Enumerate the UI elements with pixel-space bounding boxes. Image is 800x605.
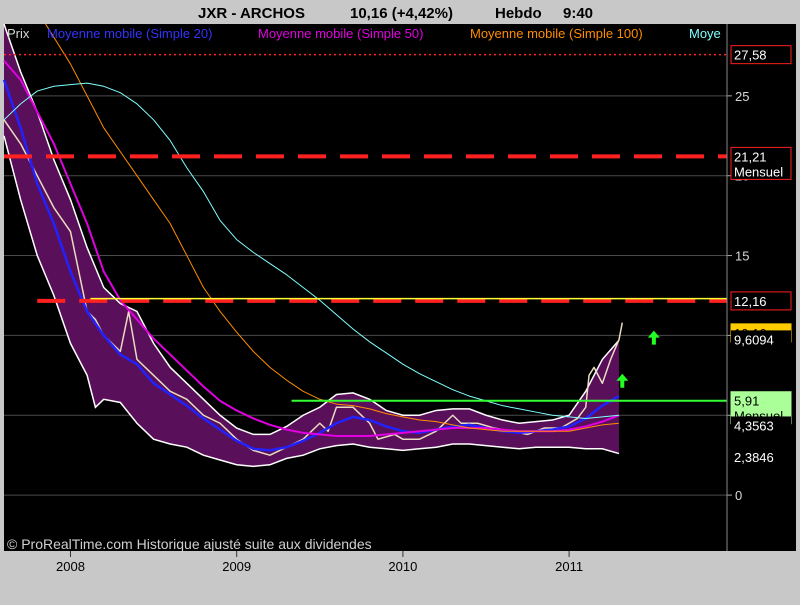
chart-container: 0510152025 2008200920102011 27,5821,21Me… [0,0,800,600]
price-label-value: 5,91 [734,394,759,409]
price-label-value: 2,3846 [734,450,774,465]
price-label-value: 9,6094 [734,332,774,347]
footer-copyright: © ProRealTime.com Historique ajusté suit… [7,536,372,552]
header-time: 9:40 [563,5,593,22]
legend-item-ma100: Moyenne mobile (Simple 100) [470,26,643,41]
price-label-sub: Mensuel [734,164,783,179]
y-tick-label: 0 [735,488,742,503]
x-tick-label: 2010 [388,559,417,574]
legend-item-ma200: Moye [689,26,721,41]
header-period: Hebdo [495,5,542,22]
price-label-value: 27,58 [734,48,767,63]
chart: 0510152025 2008200920102011 27,5821,21Me… [0,0,800,600]
y-tick-label: 25 [735,89,749,104]
x-tick-label: 2008 [56,559,85,574]
header-quote: 10,16 (+4,42%) [350,5,453,22]
price-label-value: 4,3563 [734,418,774,433]
legend-item-prix: Prix [7,26,30,41]
price-label-value: 12,16 [734,294,767,309]
x-tick-label: 2011 [555,559,583,574]
y-tick-label: 15 [735,249,749,264]
header-ticker: JXR - ARCHOS [198,5,305,22]
price-label-value: 21,21 [734,149,767,164]
x-tick-label: 2009 [222,559,251,574]
legend-item-ma50: Moyenne mobile (Simple 50) [258,26,423,41]
legend-item-ma20: Moyenne mobile (Simple 20) [47,26,212,41]
